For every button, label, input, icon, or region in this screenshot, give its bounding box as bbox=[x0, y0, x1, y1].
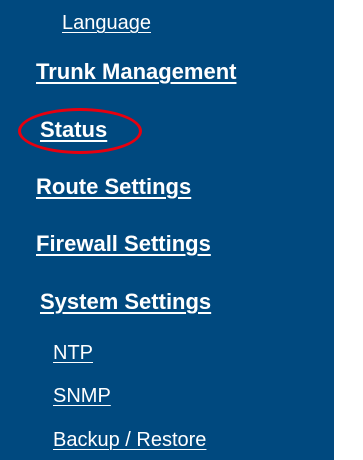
menu-item-language[interactable]: Language bbox=[62, 12, 151, 35]
menu-item-firewall-settings[interactable]: Firewall Settings bbox=[36, 231, 211, 257]
menu-item-status[interactable]: Status bbox=[40, 117, 107, 143]
menu-item-system-settings[interactable]: System Settings bbox=[40, 289, 211, 315]
menu-item-snmp[interactable]: SNMP bbox=[53, 385, 111, 408]
navigation-menu-panel: Language Trunk Management Status Route S… bbox=[0, 0, 334, 460]
menu-item-trunk-management[interactable]: Trunk Management bbox=[36, 59, 236, 85]
menu-item-backup-restore[interactable]: Backup / Restore bbox=[53, 429, 206, 452]
menu-item-route-settings[interactable]: Route Settings bbox=[36, 174, 191, 200]
menu-item-ntp[interactable]: NTP bbox=[53, 342, 93, 365]
